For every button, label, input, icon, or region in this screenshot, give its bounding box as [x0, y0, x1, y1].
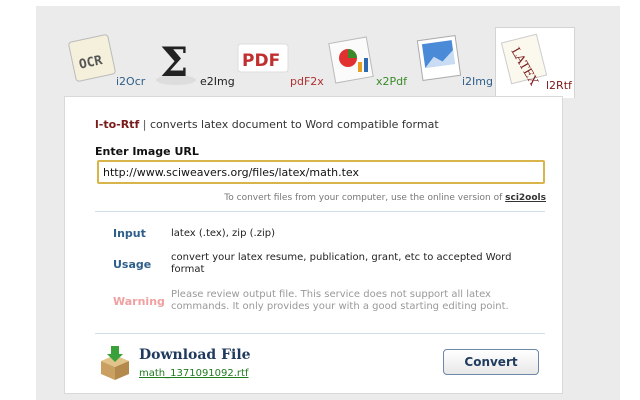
url-field-label: Enter Image URL — [95, 145, 199, 158]
converter-panel: l-to-Rtf | converts latex document to Wo… — [64, 96, 563, 394]
ocr-icon: OCR — [64, 28, 124, 94]
divider-top — [95, 211, 545, 212]
convert-button[interactable]: Convert — [443, 349, 539, 375]
svg-text:Σ: Σ — [160, 39, 188, 86]
warning-label: Warning — [113, 295, 165, 308]
tab-label: i2Ocr — [116, 75, 146, 88]
tool-description: converts latex document to Word compatib… — [149, 118, 439, 131]
tab-label: x2Pdf — [376, 75, 407, 88]
image-icon — [410, 28, 470, 94]
pdf-icon: PDF — [234, 28, 294, 94]
warning-value: Please review output file. This service … — [171, 289, 509, 312]
divider-bottom — [95, 333, 545, 334]
tab-label: pdF2x — [290, 75, 324, 88]
tab-i2ocr[interactable]: OCR i2Ocr — [64, 28, 150, 94]
tool-name: l-to-Rtf — [95, 118, 140, 131]
heading-separator: | — [142, 118, 147, 131]
download-file-link[interactable]: math_1371091092.rtf — [139, 368, 248, 379]
download-box-icon — [97, 345, 133, 381]
tab-l2rtf[interactable]: LATEX l2Rtf — [495, 27, 575, 98]
usage-value: convert your latex resume, publication, … — [171, 252, 512, 275]
sigma-icon: Σ — [148, 28, 208, 94]
usage-label: Usage — [113, 258, 152, 271]
tab-e2img[interactable]: Σ e2Img — [148, 28, 235, 94]
download-title: Download File — [139, 347, 251, 363]
tab-label: i2Img — [462, 75, 493, 88]
tab-i2img[interactable]: i2Img — [410, 28, 494, 94]
tab-label: e2Img — [200, 75, 235, 88]
input-value: latex (.tex), zip (.zip) — [171, 228, 275, 239]
upload-hint: To convert files from your computer, use… — [224, 193, 546, 203]
page-heading: l-to-Rtf | converts latex document to Wo… — [95, 118, 439, 131]
tab-x2pdf[interactable]: x2Pdf — [324, 28, 408, 94]
sci2ools-link[interactable]: sci2ools — [505, 193, 546, 203]
hint-text: To convert files from your computer, use… — [224, 193, 503, 203]
tab-pdf2x[interactable]: PDF pdF2x — [234, 28, 324, 94]
input-label: Input — [113, 227, 146, 240]
url-input[interactable] — [97, 160, 545, 184]
tab-label: l2Rtf — [546, 79, 572, 92]
chart-icon — [324, 28, 384, 94]
svg-text:PDF: PDF — [242, 51, 280, 71]
